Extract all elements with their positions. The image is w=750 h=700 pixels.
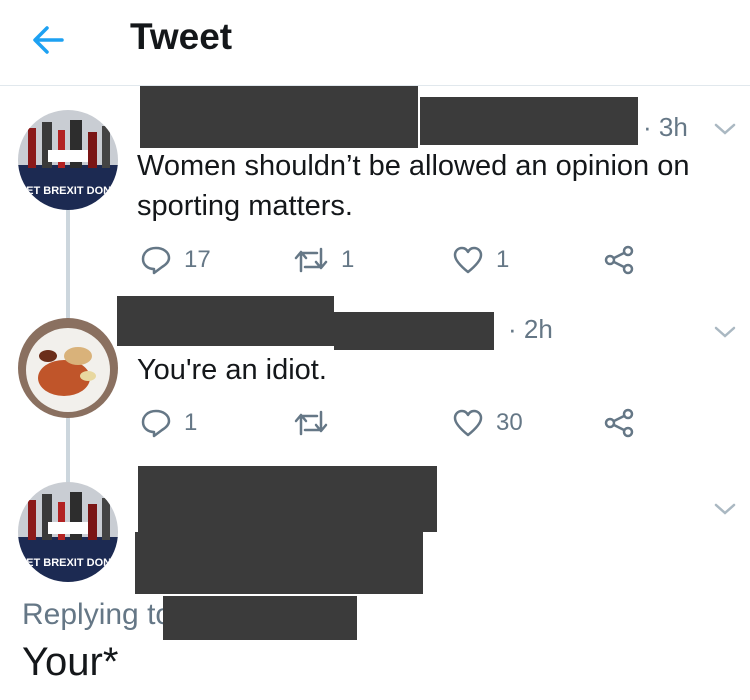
tweet-time: · 3h	[643, 112, 688, 142]
redacted-handle	[135, 532, 423, 594]
app-header: Tweet	[0, 0, 750, 86]
share-icon	[604, 408, 634, 438]
like-button[interactable]: 30	[452, 408, 523, 438]
retweet-icon	[294, 247, 328, 273]
replying-to-label: Replying to	[22, 598, 173, 631]
like-icon	[453, 246, 483, 274]
avatar[interactable]	[18, 318, 118, 418]
thread-connector	[66, 410, 70, 485]
retweet-icon	[294, 410, 328, 436]
tweet-menu-button[interactable]	[712, 120, 738, 138]
tweet-text: Your*	[22, 640, 119, 684]
thread-connector	[66, 210, 70, 325]
back-button[interactable]	[28, 20, 68, 60]
share-button[interactable]	[603, 408, 635, 438]
redacted-handle	[334, 312, 494, 350]
chevron-down-icon	[714, 123, 736, 135]
tweet-text: Women shouldn’t be allowed an opinion on…	[137, 150, 690, 222]
retweet-button[interactable]	[293, 408, 341, 438]
redacted-display-name	[138, 466, 437, 532]
arrow-left-icon	[33, 26, 64, 54]
redacted-display-name	[117, 296, 334, 346]
page-title: Tweet	[130, 16, 233, 57]
tweet-text: You're an idiot.	[137, 354, 327, 386]
like-icon	[453, 409, 483, 437]
chevron-down-icon	[714, 326, 736, 338]
reply-button[interactable]: 1	[140, 408, 197, 438]
like-button[interactable]: 1	[452, 245, 509, 275]
reply-button[interactable]: 17	[140, 245, 211, 275]
avatar[interactable]: GET BREXIT DONE	[18, 482, 118, 582]
redacted-handle	[420, 97, 638, 145]
share-icon	[604, 245, 634, 275]
chevron-down-icon	[714, 503, 736, 515]
redacted-reply-handle[interactable]	[163, 596, 357, 640]
tweet-menu-button[interactable]	[712, 500, 738, 518]
retweet-button[interactable]: 1	[293, 245, 354, 275]
svg-text:GET BREXIT DONE: GET BREXIT DONE	[18, 185, 118, 197]
share-button[interactable]	[603, 245, 635, 275]
redacted-display-name	[140, 86, 418, 148]
reply-icon	[141, 246, 171, 275]
reply-icon	[141, 409, 171, 438]
svg-text:GET BREXIT DONE: GET BREXIT DONE	[18, 557, 118, 569]
tweet-time: · 2h	[508, 314, 553, 344]
avatar[interactable]: GET BREXIT DONE	[18, 110, 118, 210]
tweet-menu-button[interactable]	[712, 323, 738, 341]
